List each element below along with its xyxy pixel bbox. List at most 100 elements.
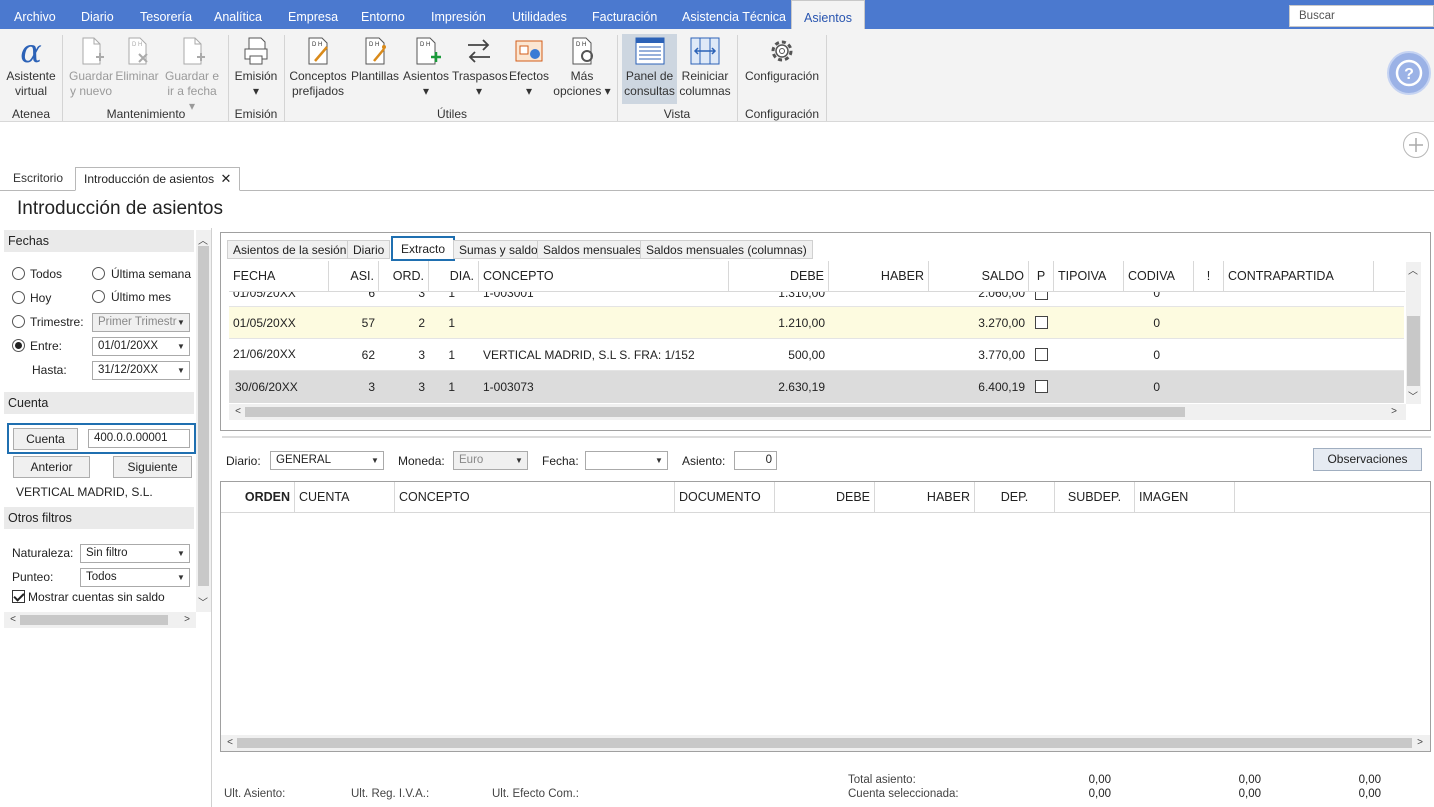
naturaleza-select[interactable]: Sin filtro ▼ xyxy=(80,544,190,563)
printer-icon xyxy=(244,37,268,65)
col-subdep[interactable]: SUBDEP. xyxy=(1055,482,1135,512)
help-icon[interactable]: ? xyxy=(1387,51,1431,95)
label-mostrar-sin-saldo: Mostrar cuentas sin saldo xyxy=(28,590,165,604)
chevron-right-icon[interactable]: > xyxy=(180,614,194,625)
tab-saldos-mensuales[interactable]: Saldos mensuales xyxy=(537,240,648,259)
eliminar-button[interactable]: D H Eliminar xyxy=(115,35,159,84)
diario-select[interactable]: GENERAL ▼ xyxy=(270,451,384,470)
mostrar-sin-saldo-checkbox[interactable] xyxy=(12,590,25,603)
moneda-select[interactable]: Euro ▼ xyxy=(453,451,528,470)
chevron-left-icon[interactable]: < xyxy=(231,406,245,417)
fecha-field[interactable]: ▼ xyxy=(585,451,668,470)
section-otros-filtros: Otros filtros xyxy=(4,507,194,529)
col-imagen[interactable]: IMAGEN xyxy=(1135,482,1235,512)
search-input[interactable]: Buscar xyxy=(1289,5,1434,27)
menu-tesoreria[interactable]: Tesorería xyxy=(140,0,192,29)
radio-hoy[interactable] xyxy=(12,291,25,304)
menu-facturacion[interactable]: Facturación xyxy=(592,0,657,29)
close-icon[interactable]: ✕ xyxy=(220,171,231,186)
menu-analitica[interactable]: Analítica xyxy=(214,0,262,29)
menu-asistencia-tecnica[interactable]: Asistencia Técnica xyxy=(682,0,786,29)
menu-asientos[interactable]: Asientos xyxy=(791,0,865,30)
guardar-nuevo-button[interactable]: Guardar y nuevo xyxy=(67,35,115,99)
extracto-grid: FECHA ASI. ORD. DIA. CONCEPTO DEBE HABER… xyxy=(229,261,1405,405)
tab-escritorio[interactable]: Escritorio xyxy=(5,167,71,191)
col-dep[interactable]: DEP. xyxy=(975,482,1055,512)
siguiente-button[interactable]: Siguiente xyxy=(113,456,192,478)
conceptos-prefijados-button[interactable]: D H Conceptos prefijados xyxy=(288,35,348,99)
efectos-button[interactable]: Efectos ▾ xyxy=(508,35,550,99)
menu-archivo[interactable]: Archivo xyxy=(14,0,56,29)
col-cuenta[interactable]: CUENTA xyxy=(295,482,395,512)
trimestre-select[interactable]: Primer Trimestr ▼ xyxy=(92,313,190,332)
cuenta-button[interactable]: Cuenta xyxy=(13,428,78,450)
reiniciar-columnas-button[interactable]: Reiniciar columnas xyxy=(679,35,731,99)
section-cuenta: Cuenta xyxy=(4,392,194,414)
punteo-select[interactable]: Todos ▼ xyxy=(80,568,190,587)
radio-ultima-semana[interactable] xyxy=(92,267,105,280)
radio-todos[interactable] xyxy=(12,267,25,280)
guardar-ir-fecha-button[interactable]: Guardar e ir a fecha ▾ xyxy=(163,35,221,114)
menu-utilidades[interactable]: Utilidades xyxy=(512,0,567,29)
tab-asientos-sesion[interactable]: Asientos de la sesión xyxy=(227,240,353,259)
tab-introduccion-asientos[interactable]: Introducción de asientos ✕ xyxy=(75,167,241,191)
chevron-down-icon: ▼ xyxy=(177,573,185,582)
mas-opciones-button[interactable]: D H Más opciones ▾ xyxy=(552,35,612,99)
entry-hscrollbar[interactable]: < > xyxy=(221,735,1430,751)
radio-trimestre[interactable] xyxy=(12,315,25,328)
col-concepto[interactable]: CONCEPTO xyxy=(395,482,675,512)
panel-consultas-button[interactable]: Panel de consultas xyxy=(622,34,677,104)
observaciones-button[interactable]: Observaciones xyxy=(1313,448,1422,471)
punteo-checkbox[interactable] xyxy=(1035,348,1048,361)
col-haber[interactable]: HABER xyxy=(875,482,975,512)
fecha-hasta-field[interactable]: 31/12/20XX ▼ xyxy=(92,361,190,380)
chevron-left-icon[interactable]: < xyxy=(6,614,20,625)
traspasos-button[interactable]: Traspasos ▾ xyxy=(452,35,508,99)
radio-entre[interactable] xyxy=(12,339,25,352)
chevron-right-icon[interactable]: > xyxy=(1387,406,1401,417)
tab-saldos-mensuales-columnas[interactable]: Saldos mensuales (columnas) xyxy=(640,240,813,259)
alpha-icon: α xyxy=(20,35,42,67)
chevron-down-icon[interactable]: ﹀ xyxy=(1406,388,1420,403)
tab-extracto[interactable]: Extracto xyxy=(391,236,456,261)
menu-diario[interactable]: Diario xyxy=(81,0,114,29)
cuenta-input[interactable]: 400.0.0.00001 xyxy=(88,429,190,448)
table-row[interactable]: 30/06/20XX 3 3 1 1-003073 2.630,19 6.400… xyxy=(229,371,1404,403)
fecha-desde-field[interactable]: 01/01/20XX ▼ xyxy=(92,337,190,356)
label-entre: Entre: xyxy=(30,339,63,353)
asiento-field[interactable]: 0 xyxy=(734,451,777,470)
add-tab-icon[interactable] xyxy=(1403,132,1429,158)
asientos-button[interactable]: D H Asientos ▾ xyxy=(402,35,450,99)
emision-button[interactable]: Emisión ▾ xyxy=(232,35,280,99)
svg-text:?: ? xyxy=(1404,66,1414,83)
menu-impresion[interactable]: Impresión xyxy=(431,0,486,29)
chevron-down-icon: ▼ xyxy=(655,456,663,465)
col-orden[interactable]: ORDEN xyxy=(221,482,295,512)
punteo-checkbox[interactable] xyxy=(1035,380,1048,393)
concept-document-icon: D H xyxy=(308,37,328,65)
tab-sumas-saldos[interactable]: Sumas y saldos xyxy=(453,240,550,259)
chevron-left-icon[interactable]: < xyxy=(223,737,237,748)
asistente-virtual-button[interactable]: α Asistente virtual xyxy=(5,35,57,99)
radio-ultimo-mes[interactable] xyxy=(92,290,105,303)
col-debe[interactable]: DEBE xyxy=(775,482,875,512)
menu-entorno[interactable]: Entorno xyxy=(361,0,405,29)
configuracion-button[interactable]: Configuración xyxy=(742,35,822,84)
svg-text:D H: D H xyxy=(576,42,586,48)
tab-diario[interactable]: Diario xyxy=(347,240,391,259)
punteo-checkbox[interactable] xyxy=(1035,316,1048,329)
chevron-right-icon[interactable]: > xyxy=(1413,737,1427,748)
col-documento[interactable]: DOCUMENTO xyxy=(675,482,775,512)
left-panel-scrollbar[interactable]: ︿ ﹀ xyxy=(196,230,211,612)
table-row[interactable]: 21/06/20XX 62 3 1 VERTICAL MADRID, S.L S… xyxy=(229,339,1404,371)
plantillas-button[interactable]: D H Plantillas xyxy=(350,35,400,84)
chevron-up-icon[interactable]: ︿ xyxy=(1406,262,1420,277)
left-panel-hscrollbar[interactable]: < > xyxy=(4,612,196,628)
anterior-button[interactable]: Anterior xyxy=(13,456,90,478)
extracto-hscrollbar[interactable]: < > xyxy=(229,404,1406,420)
chevron-up-icon[interactable]: ︿ xyxy=(196,232,210,247)
menu-empresa[interactable]: Empresa xyxy=(288,0,338,29)
chevron-down-icon[interactable]: ﹀ xyxy=(196,594,210,609)
extracto-vscrollbar[interactable]: ︿ ﹀ xyxy=(1406,262,1421,404)
table-row[interactable]: 01/05/20XX 57 2 1 1.210,00 3.270,00 0 xyxy=(229,307,1404,339)
